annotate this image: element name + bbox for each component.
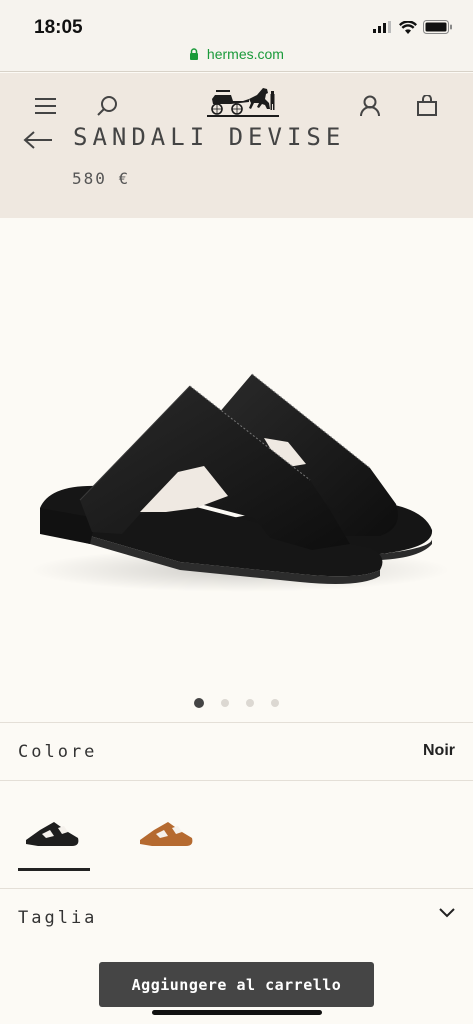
wifi-icon — [399, 20, 417, 34]
menu-icon[interactable] — [35, 97, 57, 115]
selected-swatch-indicator — [18, 868, 90, 871]
product-title: SANDALI DEVISE — [73, 123, 346, 151]
product-image[interactable] — [0, 218, 473, 688]
bag-icon[interactable] — [417, 95, 437, 117]
carousel-dot[interactable] — [246, 699, 254, 707]
color-label: Colore — [18, 742, 98, 762]
divider — [0, 780, 473, 781]
product-price: 580 € — [72, 169, 131, 188]
divider — [0, 722, 473, 723]
size-label[interactable]: Taglia — [18, 908, 97, 928]
carousel-dot[interactable] — [194, 698, 204, 708]
color-value: Noir — [423, 742, 455, 759]
carousel-dot[interactable] — [221, 699, 229, 707]
lock-icon — [190, 48, 199, 60]
divider — [0, 888, 473, 889]
back-arrow-icon[interactable] — [22, 131, 54, 149]
status-time: 18:05 — [34, 17, 83, 38]
chevron-down-icon[interactable] — [439, 908, 455, 918]
carousel-dot[interactable] — [271, 699, 279, 707]
add-to-cart-button[interactable]: Aggiungere al carrello — [99, 962, 374, 1007]
swatch-noir[interactable] — [24, 818, 82, 852]
swatch-gold[interactable] — [138, 818, 196, 852]
hermes-carriage-logo[interactable] — [207, 85, 279, 119]
carousel-indicator — [0, 698, 473, 708]
home-indicator[interactable] — [152, 1010, 322, 1015]
account-icon[interactable] — [360, 95, 380, 117]
search-icon[interactable] — [97, 95, 119, 117]
browser-url-bar[interactable]: hermes.com — [0, 44, 473, 72]
status-icons — [373, 20, 453, 34]
battery-icon — [423, 20, 452, 34]
status-bar: 18:05 — [0, 0, 473, 44]
site-header: SANDALI DEVISE 580 € — [0, 73, 473, 218]
url-text: hermes.com — [206, 46, 284, 62]
cellular-signal-icon — [373, 21, 391, 33]
